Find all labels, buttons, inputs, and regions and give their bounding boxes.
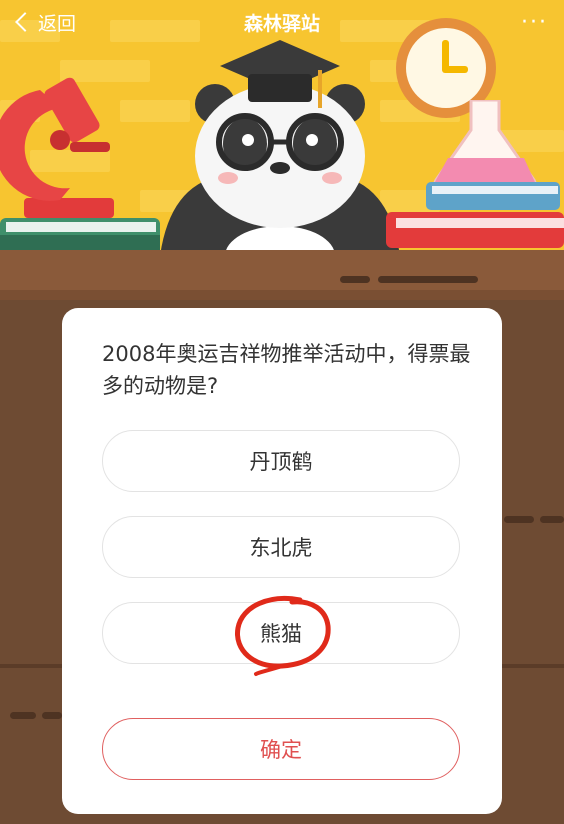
microscope-icon <box>0 77 160 250</box>
panda-icon <box>160 40 400 256</box>
confirm-button[interactable]: 确定 <box>102 718 460 780</box>
option-2-label: 东北虎 <box>249 536 313 560</box>
quiz-card: 2008年奥运吉祥物推举活动中，得票最多的动物是? 丹顶鹤 东北虎 熊猫 确定 <box>62 308 502 814</box>
desk-edge <box>0 290 564 300</box>
top-nav-bar: 返回 森林驿站 ··· <box>0 0 564 44</box>
answer-circle-annotation <box>235 595 331 676</box>
desk-top <box>0 250 564 294</box>
page-title: 森林驿站 <box>243 13 320 35</box>
confirm-label: 确定 <box>260 738 302 762</box>
question-text: 2008年奥运吉祥物推举活动中，得票最多的动物是? <box>102 342 471 398</box>
option-1-button[interactable]: 丹顶鹤 <box>102 430 460 492</box>
flask-icon <box>386 100 564 248</box>
more-icon[interactable]: ··· <box>521 10 548 35</box>
option-1-label: 丹顶鹤 <box>249 450 313 474</box>
option-2-button[interactable]: 东北虎 <box>102 516 460 578</box>
